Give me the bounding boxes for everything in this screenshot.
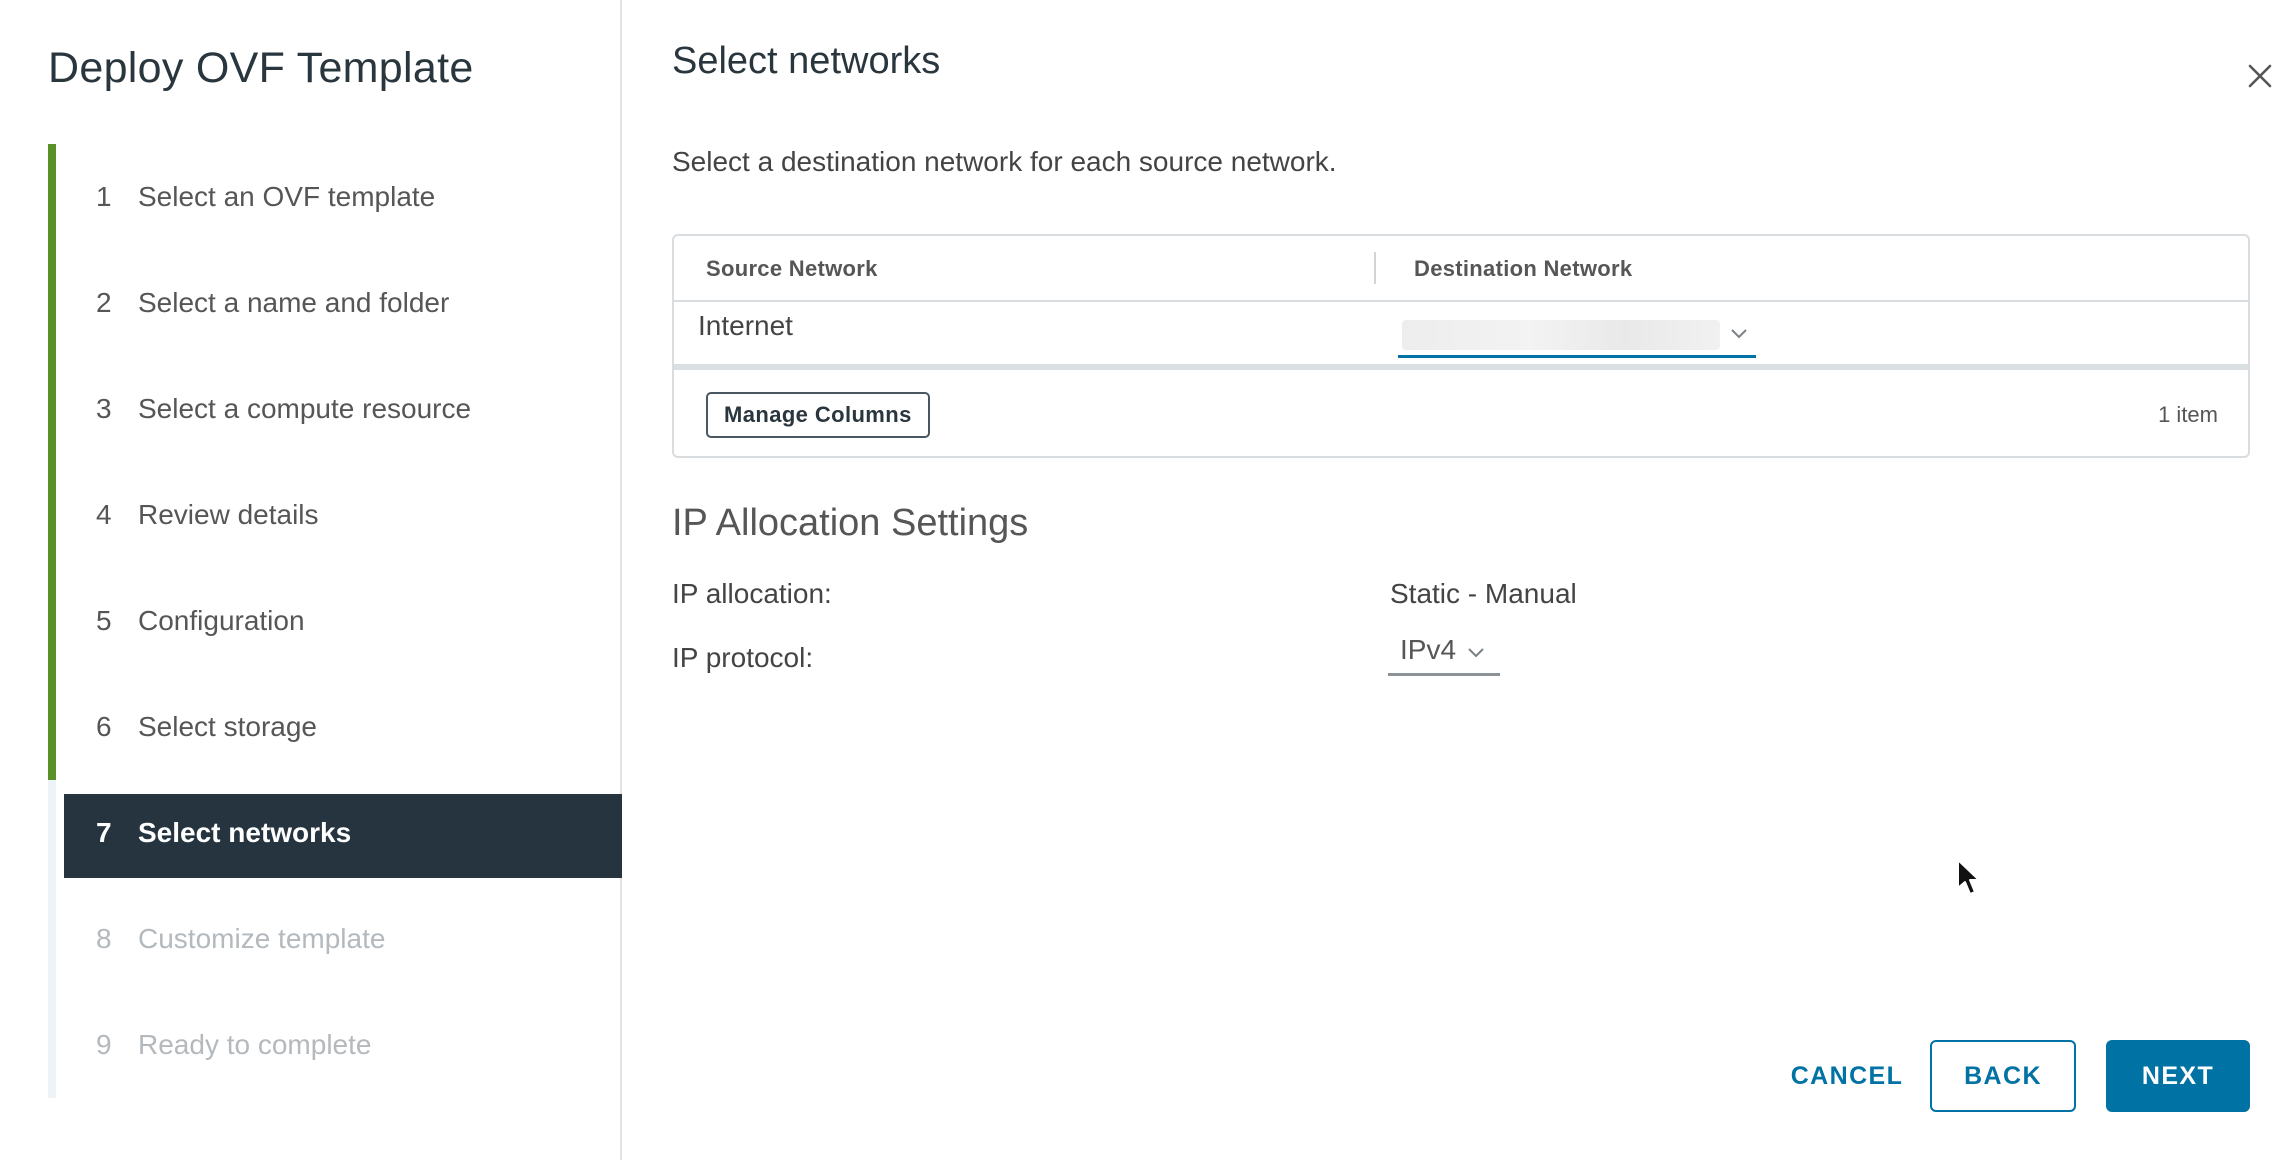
step-number: 3 xyxy=(96,393,112,424)
manage-columns-button[interactable]: Manage Columns xyxy=(706,392,930,438)
step-label: Select an OVF template xyxy=(138,181,436,212)
step-label: Select a name and folder xyxy=(138,287,450,318)
ip-allocation-value: Static - Manual xyxy=(1390,578,1577,609)
wizard-title: Deploy OVF Template xyxy=(48,44,474,92)
page-description: Select a destination network for each so… xyxy=(672,146,1337,177)
step-number: 4 xyxy=(96,499,112,530)
mouse-cursor-icon xyxy=(1957,859,1980,895)
close-button[interactable] xyxy=(2238,54,2282,98)
wizard-step-4[interactable]: 4 Review details xyxy=(48,462,622,568)
ip-protocol-label: IP protocol: xyxy=(672,642,814,673)
wizard-step-3[interactable]: 3 Select a compute resource xyxy=(48,356,622,462)
network-mapping-grid: Source Network Destination Network Inter… xyxy=(672,234,2250,458)
step-number: 8 xyxy=(96,923,112,954)
ip-allocation-heading: IP Allocation Settings xyxy=(672,502,1029,544)
chevron-down-icon xyxy=(1731,329,1747,339)
step-number: 9 xyxy=(96,1029,112,1060)
table-row: Internet xyxy=(674,302,2248,370)
step-label: Select networks xyxy=(138,817,352,848)
step-label: Review details xyxy=(138,499,319,530)
back-button[interactable]: BACK xyxy=(1930,1040,2076,1112)
step-label: Select a compute resource xyxy=(138,393,472,424)
step-number: 1 xyxy=(96,181,112,212)
step-number: 7 xyxy=(96,817,112,848)
grid-header: Source Network Destination Network xyxy=(674,236,2248,302)
wizard-step-1[interactable]: 1 Select an OVF template xyxy=(48,144,622,250)
item-count: 1 item xyxy=(2158,402,2218,427)
wizard-step-7[interactable]: 7 Select networks xyxy=(48,780,622,886)
step-label: Ready to complete xyxy=(138,1029,372,1060)
wizard-step-2[interactable]: 2 Select a name and folder xyxy=(48,250,622,356)
chevron-down-icon xyxy=(1468,648,1484,658)
step-number: 2 xyxy=(96,287,112,318)
wizard-steps: 1 Select an OVF template 2 Select a name… xyxy=(48,144,622,1098)
main-panel: Select networks Select a destination net… xyxy=(622,0,2296,1160)
column-header-source-network[interactable]: Source Network xyxy=(706,256,878,282)
ip-protocol-value: IPv4 xyxy=(1400,634,1457,665)
wizard-sidebar: Deploy OVF Template 1 Select an OVF temp… xyxy=(0,0,622,1160)
step-number: 6 xyxy=(96,711,112,742)
destination-network-value xyxy=(1402,320,1720,350)
wizard-step-6[interactable]: 6 Select storage xyxy=(48,674,622,780)
step-label: Select storage xyxy=(138,711,317,742)
wizard-step-5[interactable]: 5 Configuration xyxy=(48,568,622,674)
step-number: 5 xyxy=(96,605,112,636)
column-separator[interactable] xyxy=(1374,252,1376,284)
close-icon xyxy=(2248,64,2272,88)
wizard-step-8: 8 Customize template xyxy=(48,886,622,992)
ip-protocol-select[interactable]: IPv4 xyxy=(1388,628,1500,676)
step-label: Customize template xyxy=(138,923,386,954)
destination-network-select[interactable] xyxy=(1398,314,1756,358)
grid-footer: Manage Columns 1 item xyxy=(674,370,2248,456)
next-button[interactable]: NEXT xyxy=(2106,1040,2250,1112)
step-label: Configuration xyxy=(138,605,305,636)
source-network-cell: Internet xyxy=(698,310,793,341)
page-title: Select networks xyxy=(672,40,941,82)
ip-allocation-label: IP allocation: xyxy=(672,578,832,609)
cancel-button[interactable]: CANCEL xyxy=(1764,1040,1930,1112)
column-header-destination-network[interactable]: Destination Network xyxy=(1414,256,1632,282)
wizard-step-9: 9 Ready to complete xyxy=(48,992,622,1098)
